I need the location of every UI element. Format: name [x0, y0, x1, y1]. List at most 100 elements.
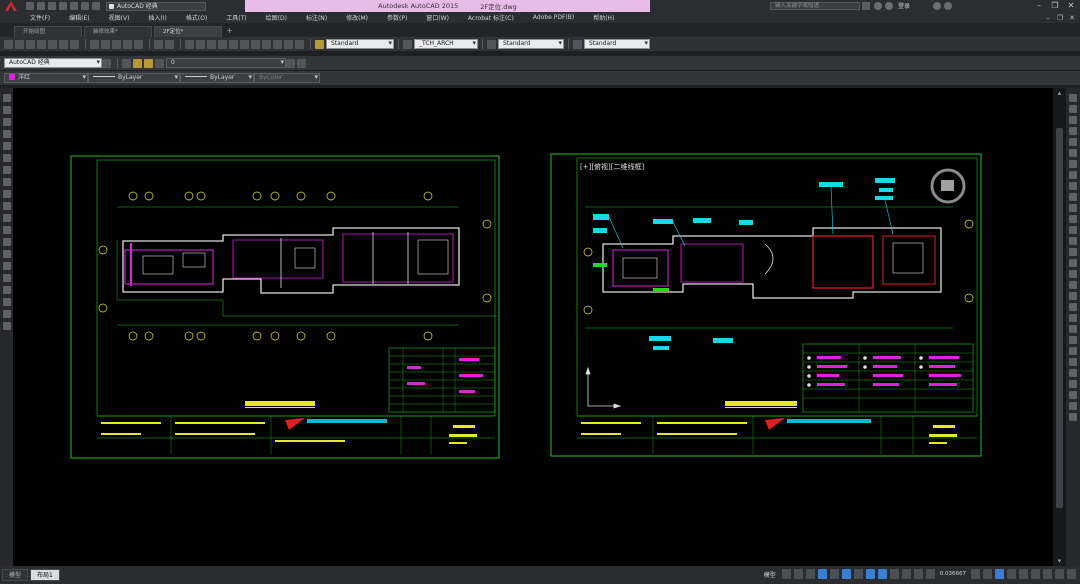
menu-acrobat[interactable]: Acrobat 标注(C) [468, 13, 514, 22]
text-style-combo[interactable]: Standard [326, 39, 394, 49]
print-icon[interactable] [70, 2, 78, 10]
menu-adobe-pdf[interactable]: Adobe PDF(B) [533, 14, 574, 21]
mirror-icon[interactable] [1069, 116, 1077, 124]
layer-freeze-icon[interactable] [144, 58, 153, 68]
help-icon[interactable] [295, 39, 304, 49]
area-icon[interactable] [1069, 402, 1077, 410]
menu-format[interactable]: 格式(O) [186, 13, 207, 22]
search-icon[interactable] [862, 2, 870, 10]
block-editor-icon[interactable] [134, 39, 143, 49]
zoom-realtime-icon[interactable] [196, 39, 205, 49]
tab-decoration[interactable]: 装修效果* [84, 26, 152, 37]
arc-icon[interactable] [2, 154, 11, 162]
erase-icon[interactable] [1069, 94, 1077, 102]
autocad-logo-icon[interactable] [0, 0, 22, 12]
move-icon[interactable] [1069, 149, 1077, 157]
properties-icon[interactable] [229, 39, 238, 49]
menu-modify[interactable]: 修改(M) [346, 13, 368, 22]
new-file-icon[interactable] [26, 2, 34, 10]
paste-icon[interactable] [112, 39, 121, 49]
isolate-objects-icon[interactable] [1031, 569, 1040, 579]
edit-polyline-icon[interactable] [1069, 314, 1077, 322]
infer-icon[interactable] [805, 569, 815, 579]
preview-icon[interactable] [48, 39, 57, 49]
menu-view[interactable]: 视图(V) [109, 13, 130, 22]
transparency-icon[interactable] [901, 569, 911, 579]
object-snap-icon[interactable] [877, 569, 887, 579]
ellipse-icon[interactable] [2, 202, 11, 210]
extend-icon[interactable] [1069, 204, 1077, 212]
workspace-combo[interactable]: AutoCAD 经典 [4, 58, 102, 68]
insert-block-icon[interactable] [2, 226, 11, 234]
menu-insert[interactable]: 插入(I) [148, 13, 166, 22]
model-space-label[interactable]: 模型 [764, 570, 776, 579]
mleader-style-combo[interactable]: Standard [584, 39, 650, 49]
sign-in-link[interactable]: 登录 [896, 1, 930, 10]
doc-close-icon[interactable]: ✕ [1068, 14, 1076, 22]
units-icon[interactable] [995, 569, 1004, 579]
edit-hatch-icon[interactable] [1069, 336, 1077, 344]
rectangle-icon[interactable] [2, 142, 11, 150]
tab-layout1[interactable]: 布局1 [30, 569, 60, 581]
polygon-icon[interactable] [2, 130, 11, 138]
scale-icon[interactable] [1069, 171, 1077, 179]
connect-icon[interactable] [944, 1, 952, 10]
leader-icon[interactable] [1069, 391, 1077, 399]
match-properties-icon[interactable] [123, 39, 132, 49]
doc-restore-icon[interactable]: ❐ [1056, 14, 1064, 22]
viewcube-icon[interactable] [930, 168, 966, 204]
linetype-combo[interactable]: ByLayer [88, 73, 180, 83]
rotate-icon[interactable] [1069, 160, 1077, 168]
zoom-previous-icon[interactable] [218, 39, 227, 49]
make-current-layer-icon[interactable] [286, 58, 295, 68]
lineweight-combo[interactable]: ByLayer [180, 73, 254, 83]
lengthen-icon[interactable] [1069, 292, 1077, 300]
hatch-icon[interactable] [2, 262, 11, 270]
line-icon[interactable] [2, 94, 11, 102]
quick-properties-icon[interactable] [1007, 569, 1016, 579]
menu-window[interactable]: 窗口(W) [426, 13, 449, 22]
user-icon[interactable] [885, 1, 893, 10]
annotation-scale[interactable]: 0.036667 [938, 571, 968, 577]
make-block-icon[interactable] [2, 238, 11, 246]
snap-icon[interactable] [793, 569, 803, 579]
table-style-combo[interactable]: Standard [498, 39, 564, 49]
annotation-visibility-icon[interactable] [925, 569, 935, 579]
join-icon[interactable] [1069, 237, 1077, 245]
clean-screen-icon[interactable] [1055, 569, 1064, 579]
spline-icon[interactable] [2, 190, 11, 198]
edit-spline-icon[interactable] [1069, 325, 1077, 333]
open-file-icon[interactable] [37, 2, 45, 10]
object-snap-tracking-icon[interactable] [865, 569, 875, 579]
break-icon[interactable] [1069, 226, 1077, 234]
add-selected-icon[interactable] [2, 322, 11, 330]
dim-style-combo[interactable]: _TCH_ARCH [414, 39, 478, 49]
open-icon[interactable] [15, 39, 24, 49]
distance-icon[interactable] [1069, 413, 1077, 421]
help-icon[interactable] [874, 1, 882, 10]
offset-icon[interactable] [1069, 127, 1077, 135]
divide-icon[interactable] [1069, 369, 1077, 377]
circle-icon[interactable] [2, 166, 11, 174]
menu-draw[interactable]: 绘图(D) [266, 13, 287, 22]
doc-minimize-icon[interactable]: – [1044, 14, 1052, 22]
menu-parametric[interactable]: 参数(P) [387, 13, 407, 22]
point-icon[interactable] [2, 250, 11, 258]
new-tab-icon[interactable]: + [224, 26, 235, 37]
drawing-svg[interactable]: [+][俯视][二维线框] [13, 88, 1053, 566]
ellipse-arc-icon[interactable] [2, 214, 11, 222]
layer-on-icon[interactable] [133, 58, 142, 68]
polar-icon[interactable] [841, 569, 851, 579]
3d-dwf-icon[interactable] [70, 39, 79, 49]
save-icon[interactable] [48, 2, 56, 10]
scroll-down-icon[interactable]: ▾ [1055, 557, 1064, 565]
copy-icon[interactable] [101, 39, 110, 49]
exchange-icon[interactable] [933, 1, 941, 10]
stretch-icon[interactable] [1069, 182, 1077, 190]
construction-line-icon[interactable] [2, 106, 11, 114]
color-combo[interactable]: 洋红 [4, 73, 88, 83]
plot-icon[interactable] [37, 39, 46, 49]
polyline-icon[interactable] [2, 118, 11, 126]
layer-lock-icon[interactable] [155, 58, 164, 68]
layer-properties-icon[interactable] [122, 58, 131, 68]
